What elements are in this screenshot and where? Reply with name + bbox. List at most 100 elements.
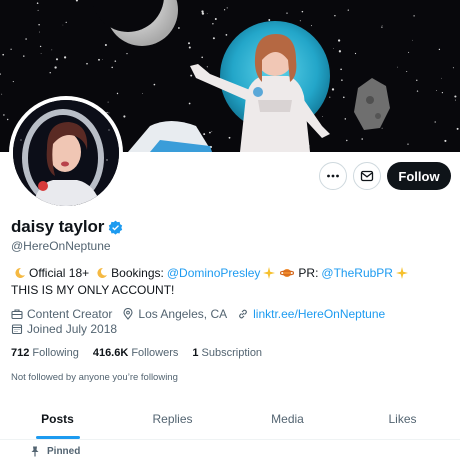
star-decoration <box>381 25 383 26</box>
tab-label: Replies <box>152 411 193 426</box>
star-decoration <box>413 15 415 17</box>
location-pin-icon <box>123 308 133 320</box>
subscription-count: 1 <box>192 347 199 359</box>
star-decoration <box>411 39 413 41</box>
star-decoration <box>408 51 410 53</box>
active-tab-indicator <box>35 436 80 439</box>
verified-badge-icon[interactable] <box>108 220 123 235</box>
star-decoration <box>206 66 208 68</box>
star-decoration <box>381 26 383 28</box>
bio-line: THIS IS MY ONLY ACCOUNT! <box>11 283 175 297</box>
tab-likes[interactable]: Likes <box>345 398 460 439</box>
star-decoration <box>114 60 117 62</box>
star-decoration <box>142 93 143 94</box>
star-decoration <box>212 23 214 25</box>
star-decoration <box>441 92 443 94</box>
star-decoration <box>108 112 110 114</box>
star-decoration <box>7 118 9 121</box>
star-decoration <box>212 37 215 40</box>
bookings-mention-link[interactable]: @DominoPresley <box>167 266 261 280</box>
star-decoration <box>331 88 335 91</box>
star-decoration <box>333 48 334 49</box>
followers-count: 416.6K <box>92 347 129 359</box>
star-decoration <box>346 139 348 142</box>
star-decoration <box>344 118 347 120</box>
star-decoration <box>223 9 226 11</box>
following-stat[interactable]: 712 Following <box>11 347 79 359</box>
star-decoration <box>452 67 454 69</box>
link-icon <box>239 309 247 319</box>
star-decoration <box>107 101 109 103</box>
tab-replies[interactable]: Replies <box>115 398 230 439</box>
star-decoration <box>416 79 418 81</box>
followers-stat[interactable]: 416.6K Followers <box>93 347 179 359</box>
star-decoration <box>456 127 459 130</box>
location-text: Los Angeles, CA <box>138 307 228 321</box>
message-button[interactable] <box>353 162 381 190</box>
profile-location: Los Angeles, CA <box>122 307 227 321</box>
website-link[interactable]: linktr.ee/HereOnNeptune <box>253 307 385 321</box>
joined-text: Joined July 2018 <box>27 322 118 336</box>
star-decoration <box>126 53 128 55</box>
avatar-image <box>13 100 119 206</box>
star-decoration <box>228 136 231 139</box>
bio-text: PR: <box>298 266 319 280</box>
star-decoration <box>340 68 342 71</box>
star-decoration <box>347 9 349 11</box>
pinned-label: Pinned <box>47 446 81 457</box>
envelope-icon <box>360 170 374 182</box>
more-button[interactable] <box>319 162 347 190</box>
followers-label: Followers <box>131 347 179 359</box>
star-decoration <box>225 34 228 36</box>
sparkles-emoji-icon <box>395 266 409 280</box>
star-decoration <box>111 66 113 69</box>
star-decoration <box>54 66 57 69</box>
star-decoration <box>123 115 126 118</box>
subscription-label: Subscription <box>201 347 263 359</box>
tab-media[interactable]: Media <box>230 398 345 439</box>
star-decoration <box>337 39 341 42</box>
profile-avatar[interactable] <box>9 96 123 210</box>
star-decoration <box>62 24 64 26</box>
following-count: 712 <box>11 347 30 359</box>
tab-posts[interactable]: Posts <box>0 398 115 439</box>
star-decoration <box>55 58 59 61</box>
star-decoration <box>455 99 457 101</box>
profile-joined: Joined July 2018 <box>11 322 117 336</box>
star-decoration <box>1 93 3 95</box>
star-decoration <box>209 131 211 134</box>
bio-text: Bookings: <box>111 266 164 280</box>
profile-website[interactable]: linktr.ee/HereOnNeptune <box>237 307 385 321</box>
star-decoration <box>188 46 191 49</box>
star-decoration <box>322 116 323 117</box>
pr-mention-link[interactable]: @TheRubPR <box>321 266 393 280</box>
profile-meta-row: Joined July 2018 <box>11 322 127 336</box>
star-decoration <box>201 12 205 15</box>
moon-emoji-icon <box>13 266 27 280</box>
star-decoration <box>102 58 104 60</box>
star-decoration <box>438 48 441 51</box>
star-decoration <box>407 143 409 145</box>
star-decoration <box>334 14 336 17</box>
follow-button[interactable]: Follow <box>387 162 451 190</box>
category-text: Content Creator <box>27 307 113 321</box>
tab-label: Posts <box>41 411 74 426</box>
star-decoration <box>406 70 408 73</box>
subscription-stat[interactable]: 1 Subscription <box>192 347 262 359</box>
star-decoration <box>329 96 331 98</box>
star-decoration <box>25 38 27 40</box>
star-decoration <box>3 114 5 116</box>
star-decoration <box>361 138 363 140</box>
following-label: Following <box>32 347 79 359</box>
briefcase-icon <box>11 309 23 320</box>
star-decoration <box>201 56 203 59</box>
star-decoration <box>63 56 67 59</box>
star-decoration <box>178 27 180 29</box>
bio-text: Official 18+ <box>29 266 90 280</box>
display-name: daisy taylor <box>11 217 105 236</box>
star-decoration <box>86 62 88 65</box>
star-decoration <box>206 13 208 15</box>
star-decoration <box>2 53 5 56</box>
star-decoration <box>416 90 419 92</box>
bio-line: Official 18+ Bookings: @DominoPresley PR… <box>11 266 411 280</box>
